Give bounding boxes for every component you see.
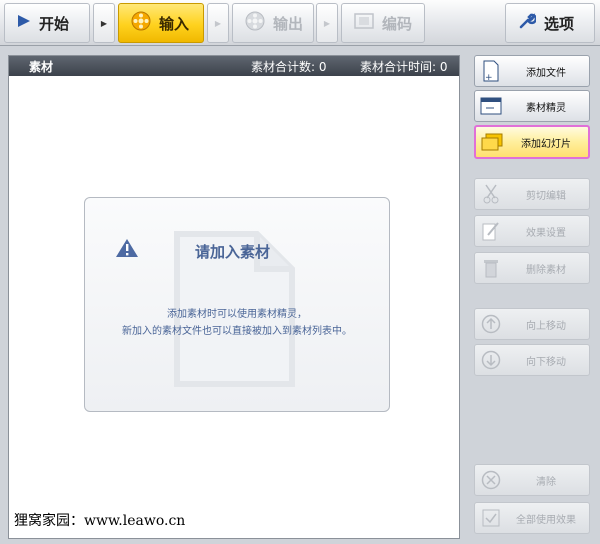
move-up-button[interactable]: 向上移动 <box>474 308 590 340</box>
material-wizard-label: 素材精灵 <box>526 102 566 114</box>
add-slideshow-button[interactable]: 添加幻灯片 <box>474 125 590 159</box>
film-reel-icon <box>131 11 151 35</box>
wizard-window-icon <box>475 97 507 115</box>
material-total-time: 素材合计时间: 0 <box>360 59 448 74</box>
input-label: 输入 <box>159 14 190 33</box>
delete-material-button[interactable]: 删除素材 <box>474 252 590 284</box>
move-up-label: 向上移动 <box>526 320 566 332</box>
empty-description-line2: 新加入的素材文件也可以直接被加入到素材列表中。 <box>122 326 352 337</box>
start-button[interactable]: 开始 <box>4 3 90 43</box>
move-down-label: 向下移动 <box>526 356 566 368</box>
clear-label: 清除 <box>536 476 556 488</box>
move-down-button[interactable]: 向下移动 <box>474 344 590 376</box>
output-button[interactable]: 输出 <box>232 3 314 43</box>
material-count: 素材合计数: 0 <box>251 59 327 74</box>
apply-effects-icon <box>475 509 507 527</box>
wrench-icon <box>518 12 538 34</box>
cut-edit-button[interactable]: 剪切编辑 <box>474 178 590 210</box>
main-toolbar: 开始 ▶ 输入 ▶ 输出 ▶ 编码 选项 <box>0 0 600 46</box>
add-file-label: 添加文件 <box>526 67 566 79</box>
arrow-down-circle-icon <box>475 350 507 370</box>
apply-all-effects-button[interactable]: 全部使用效果 <box>474 502 590 534</box>
material-wizard-button[interactable]: 素材精灵 <box>474 90 590 122</box>
empty-description-line1: 添加素材时可以使用素材精灵， <box>167 309 307 320</box>
material-header-bar: 素材 素材合计数: 0 素材合计时间: 0 <box>9 56 459 76</box>
film-reel-icon <box>245 11 265 35</box>
options-label: 选项 <box>544 14 575 33</box>
apply-all-effects-label: 全部使用效果 <box>516 514 576 526</box>
start-label: 开始 <box>39 14 70 33</box>
add-slideshow-label: 添加幻灯片 <box>521 138 571 150</box>
close-circle-icon <box>475 470 507 490</box>
empty-material-placeholder: 请加入素材 添加素材时可以使用素材精灵， 新加入的素材文件也可以直接被加入到素材… <box>84 197 390 412</box>
input-button[interactable]: 输入 <box>118 3 204 43</box>
trash-icon <box>475 258 507 278</box>
step-arrow-1: ▶ <box>93 3 115 43</box>
add-file-icon: + <box>475 60 507 82</box>
options-button[interactable]: 选项 <box>505 3 595 43</box>
step-arrow-3: ▶ <box>316 3 338 43</box>
arrow-up-circle-icon <box>475 314 507 334</box>
play-icon <box>17 14 31 32</box>
material-list-panel: 素材 素材合计数: 0 素材合计时间: 0 请加入素材 添加素材时可以使用素材精… <box>8 55 460 539</box>
effect-settings-label: 效果设置 <box>526 227 566 239</box>
encode-label: 编码 <box>382 14 413 33</box>
slideshow-icon <box>476 133 508 151</box>
empty-title: 请加入素材 <box>195 243 271 261</box>
scissors-icon <box>475 184 507 204</box>
svg-text:+: + <box>485 73 493 82</box>
step-arrow-2: ▶ <box>207 3 229 43</box>
encode-button[interactable]: 编码 <box>341 3 425 43</box>
output-label: 输出 <box>273 14 304 33</box>
warning-icon <box>116 239 138 257</box>
add-file-button[interactable]: + 添加文件 <box>474 55 590 87</box>
delete-material-label: 删除素材 <box>526 264 566 276</box>
film-strip-icon <box>354 13 374 33</box>
clear-button[interactable]: 清除 <box>474 464 590 496</box>
material-header-title: 素材 <box>29 59 54 74</box>
edit-pencil-icon <box>475 221 507 241</box>
effect-settings-button[interactable]: 效果设置 <box>474 215 590 247</box>
site-watermark: 狸窝家园：www.leawo.cn <box>14 513 186 529</box>
cut-edit-label: 剪切编辑 <box>526 190 566 202</box>
